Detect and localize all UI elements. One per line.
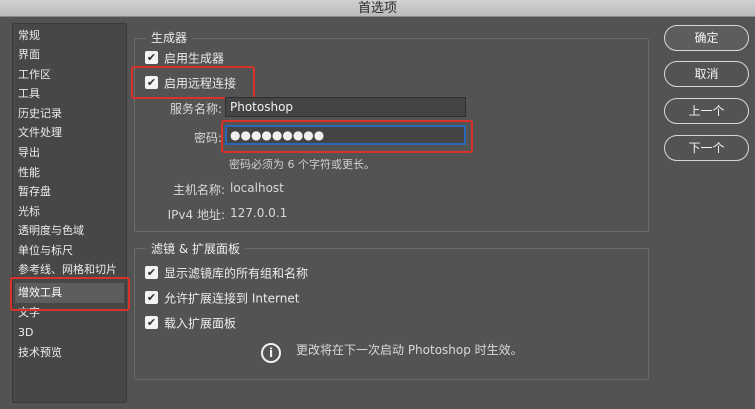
checkmark-icon: ✔ — [145, 266, 158, 279]
filters-group-title: 滤镜 & 扩展面板 — [146, 240, 245, 257]
sidebar-item-units-rulers[interactable]: 单位与标尺 — [18, 241, 73, 261]
previous-button[interactable]: 上一个 — [664, 98, 749, 124]
enable-generator-label: 启用生成器 — [164, 51, 225, 66]
enable-remote-label: 启用远程连接 — [164, 76, 237, 91]
sidebar-item-transparency-gamut[interactable]: 透明度与色域 — [18, 221, 84, 241]
sidebar-item-workspace[interactable]: 工作区 — [18, 65, 51, 85]
enable-generator-checkbox[interactable]: ✔ 启用生成器 — [145, 49, 224, 67]
window-title: 首选项 — [357, 1, 397, 16]
sidebar-item-performance[interactable]: 性能 — [18, 163, 40, 183]
password-hint: 密码必须为 6 个字符或更长。 — [229, 158, 375, 171]
checkmark-icon: ✔ — [145, 291, 158, 304]
service-name-label: 服务名称: — [169, 102, 222, 116]
password-label: 密码: — [193, 131, 222, 145]
sidebar-item-general[interactable]: 常规 — [18, 26, 40, 46]
show-all-groups-checkbox[interactable]: ✔ 显示滤镜库的所有组和名称 — [145, 264, 308, 282]
next-button[interactable]: 下一个 — [664, 135, 749, 161]
ipv4-label: IPv4 地址: — [167, 208, 225, 222]
service-name-input[interactable] — [225, 97, 466, 117]
checkmark-icon: ✔ — [145, 316, 158, 329]
ok-button[interactable]: 确定 — [664, 25, 749, 51]
cancel-button[interactable]: 取消 — [664, 61, 749, 87]
password-input[interactable] — [225, 125, 466, 145]
host-name-label: 主机名称: — [172, 183, 225, 197]
sidebar-item-guides-grid-slices[interactable]: 参考线、网格和切片 — [18, 260, 117, 280]
sidebar-item-history[interactable]: 历史记录 — [18, 104, 62, 124]
ipv4-value: 127.0.0.1 — [230, 206, 288, 220]
sidebar-item-3d[interactable]: 3D — [18, 323, 33, 343]
checkmark-icon: ✔ — [145, 76, 158, 89]
preferences-sidebar: 常规 界面 工作区 工具 历史记录 文件处理 导出 性能 暂存盘 光标 透明度与… — [12, 23, 127, 403]
show-all-groups-label: 显示滤镜库的所有组和名称 — [164, 266, 309, 281]
host-name-value: localhost — [230, 181, 284, 195]
checkmark-icon: ✔ — [145, 51, 158, 64]
allow-internet-label: 允许扩展连接到 Internet — [164, 291, 300, 306]
sidebar-item-tools[interactable]: 工具 — [18, 84, 40, 104]
sidebar-item-interface[interactable]: 界面 — [18, 45, 40, 65]
allow-internet-checkbox[interactable]: ✔ 允许扩展连接到 Internet — [145, 289, 299, 307]
sidebar-item-type[interactable]: 文字 — [18, 303, 40, 323]
sidebar-item-technology-previews[interactable]: 技术预览 — [18, 343, 62, 363]
generator-group-title: 生成器 — [146, 29, 193, 46]
sidebar-item-scratch-disks[interactable]: 暂存盘 — [18, 182, 51, 202]
load-extensions-checkbox[interactable]: ✔ 载入扩展面板 — [145, 314, 236, 332]
sidebar-item-cursors[interactable]: 光标 — [18, 202, 40, 222]
restart-notice: 更改将在下一次启动 Photoshop 时生效。 — [296, 343, 523, 357]
enable-remote-checkbox[interactable]: ✔ 启用远程连接 — [145, 74, 236, 92]
info-icon: i — [261, 343, 281, 363]
title-bar: 首选项 — [0, 0, 755, 17]
sidebar-item-plugins[interactable]: 增效工具 — [15, 283, 124, 303]
load-extensions-label: 载入扩展面板 — [164, 316, 237, 331]
sidebar-item-export[interactable]: 导出 — [18, 143, 40, 163]
sidebar-item-file-handling[interactable]: 文件处理 — [18, 123, 62, 143]
